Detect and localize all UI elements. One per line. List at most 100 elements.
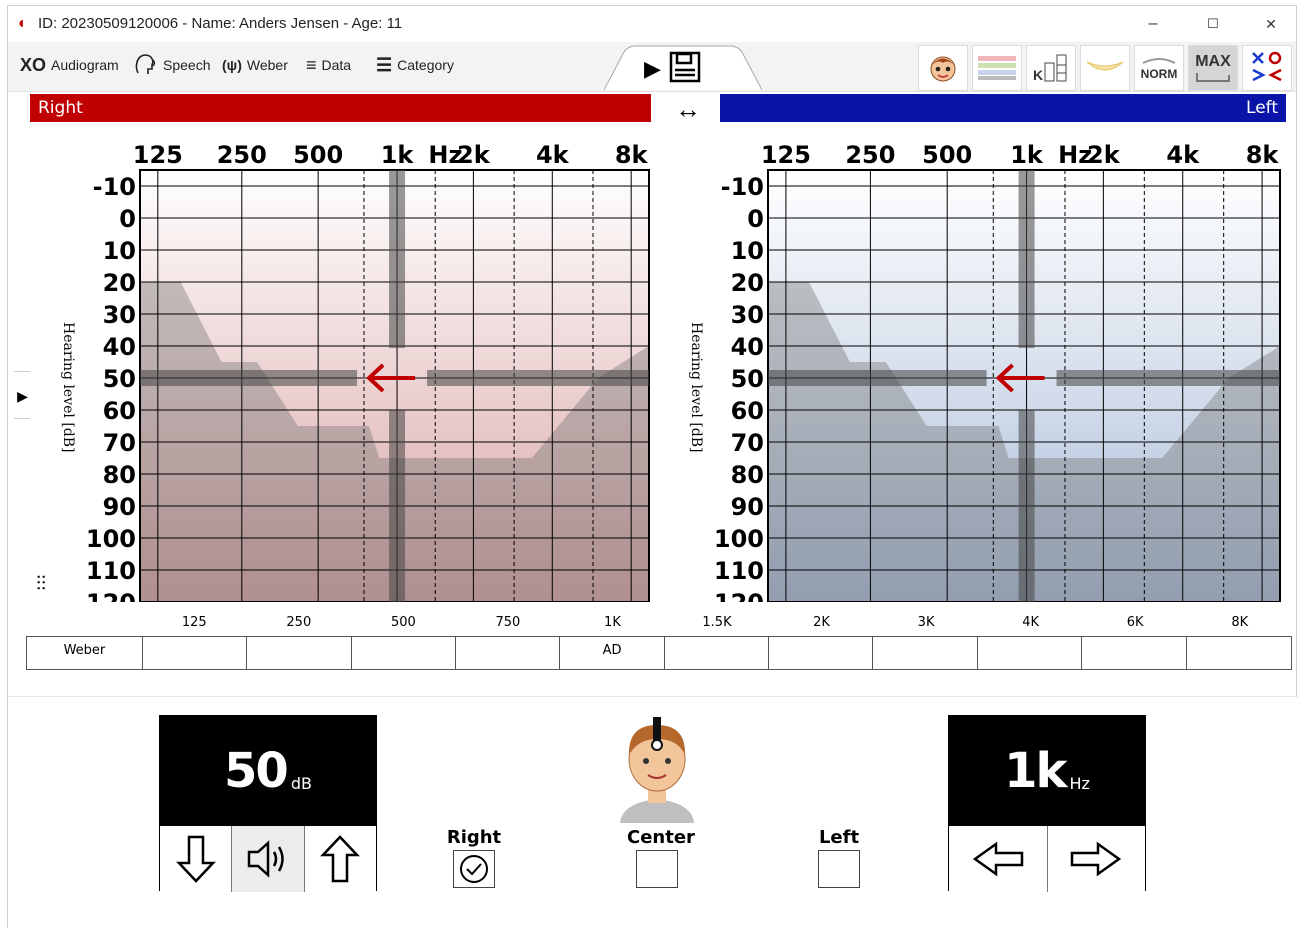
weber-cell[interactable] xyxy=(143,637,248,669)
db-tick-label: 120 xyxy=(86,589,136,602)
freq-tick-label: 125 xyxy=(133,141,183,169)
save-icon[interactable] xyxy=(668,50,702,89)
tab-audiogram[interactable]: XO Audiogram xyxy=(20,48,119,82)
choice-left[interactable]: Left xyxy=(809,827,869,888)
weber-cell[interactable] xyxy=(1082,637,1187,669)
toolbar: XO Audiogram Speech (ψ) Weber ≡ Data ☰ C… xyxy=(8,42,1296,92)
play-tone-button[interactable] xyxy=(232,826,305,892)
arrow-left-icon xyxy=(972,841,1023,877)
freq-tick-label: 1k xyxy=(1010,141,1044,169)
max-button[interactable]: MAX xyxy=(1188,45,1238,91)
frequency-value: 1k xyxy=(1004,743,1067,799)
xo-settings-icon[interactable] xyxy=(1242,45,1292,91)
child-face-icon[interactable] xyxy=(918,45,968,91)
left-audiogram[interactable]: -10 0 10 20 30 40 50 60 70 80 90 100 110 120 125 250 500… xyxy=(658,130,1286,602)
weber-cell[interactable] xyxy=(1187,637,1291,669)
edit-list-icon: ≡ xyxy=(306,54,317,75)
tab-data[interactable]: ≡ Data xyxy=(306,48,351,82)
frequency-down-button[interactable] xyxy=(949,826,1048,892)
banana-icon[interactable] xyxy=(1080,45,1130,91)
db-tick-label: 90 xyxy=(103,493,136,521)
weber-cell[interactable] xyxy=(352,637,456,669)
frequency-control: 1k Hz xyxy=(948,715,1146,892)
db-tick-label: 10 xyxy=(103,237,136,265)
right-audiogram[interactable]: -10 0 10 20 30 40 50 60 70 80 90 100 110 120 125 250 500… xyxy=(30,130,655,602)
weber-cell[interactable] xyxy=(665,637,770,669)
weber-cell[interactable] xyxy=(247,637,352,669)
left-freq-cursor xyxy=(1018,170,1035,348)
weber-cell[interactable] xyxy=(769,637,874,669)
color-bands-icon[interactable] xyxy=(972,45,1022,91)
frequency-unit: Hz xyxy=(1069,773,1090,793)
tab-label: Category xyxy=(397,57,454,73)
left-level-cursor xyxy=(768,370,987,386)
left-ear-bar: Left xyxy=(720,94,1286,122)
weber-freq-label: 250 xyxy=(286,615,312,630)
left-ear-label: Left xyxy=(1246,98,1278,118)
sliders-icon[interactable]: ⫶⫶ xyxy=(36,573,46,596)
tuning-fork-icon: (ψ) xyxy=(222,57,242,73)
tab-category[interactable]: ☰ Category xyxy=(376,48,454,82)
level-up-button[interactable] xyxy=(304,826,376,892)
freq-tick-label: 250 xyxy=(217,141,267,169)
right-level-cursor xyxy=(140,370,358,386)
weber-freq-label: 6K xyxy=(1126,615,1144,630)
db-tick-label: 110 xyxy=(714,557,764,585)
k-chart-icon[interactable]: K xyxy=(1026,45,1076,91)
freq-tick-label: 4k xyxy=(1166,141,1200,169)
right-freq-cursor xyxy=(389,170,406,348)
k-label: K xyxy=(1032,67,1044,83)
level-down-button[interactable] xyxy=(160,826,233,892)
right-ylabel: Hearing level [dB] xyxy=(60,322,76,453)
arrow-right-icon xyxy=(1071,841,1122,877)
weber-cell[interactable]: AD xyxy=(560,637,665,669)
right-checkbox[interactable] xyxy=(453,850,495,888)
swap-ears-icon[interactable]: ↔ xyxy=(658,94,718,124)
xo-icon: XO xyxy=(20,54,47,75)
center-checkbox[interactable] xyxy=(636,850,678,888)
weber-cell[interactable] xyxy=(978,637,1083,669)
db-tick-label: 60 xyxy=(731,397,764,425)
freq-tick-label: 2k xyxy=(1087,141,1121,169)
weber-freq-label: 500 xyxy=(390,615,416,630)
db-tick-label: 0 xyxy=(747,205,764,233)
right-ear-label: Right xyxy=(38,98,83,118)
minimize-button[interactable]: – xyxy=(1133,12,1173,36)
right-freq-cursor xyxy=(389,410,406,602)
db-tick-label: 120 xyxy=(714,589,764,602)
weber-cell[interactable] xyxy=(873,637,978,669)
frequency-up-button[interactable] xyxy=(1047,826,1145,892)
weber-cell[interactable] xyxy=(456,637,561,669)
play-icon[interactable]: ▶ xyxy=(644,56,661,82)
close-button[interactable]: ✕ xyxy=(1251,12,1291,36)
db-tick-label: 60 xyxy=(103,397,136,425)
tab-speech[interactable]: Speech xyxy=(132,48,210,82)
tab-label: Data xyxy=(321,57,352,73)
tab-weber[interactable]: (ψ) Weber xyxy=(222,48,288,82)
choice-center-label: Center xyxy=(627,827,695,848)
weber-freq-label: 2K xyxy=(813,615,830,630)
app-window: ◐ ID: 20230509120006 - Name: Anders Jens… xyxy=(7,5,1298,929)
weber-freq-label: 8K xyxy=(1231,615,1249,630)
level-unit: dB xyxy=(290,773,312,793)
level-control: 50 dB xyxy=(159,715,377,892)
choice-right[interactable]: Right xyxy=(444,827,504,888)
left-freq-cursor xyxy=(1018,410,1035,602)
db-tick-label: 80 xyxy=(731,461,764,489)
norm-button[interactable]: NORM xyxy=(1134,45,1184,91)
frequency-display: 1k Hz xyxy=(949,716,1145,826)
choice-center[interactable]: Center xyxy=(627,827,695,888)
db-tick-label: 70 xyxy=(731,429,764,457)
level-value: 50 xyxy=(224,743,289,799)
weber-table: 125 250 500 750 1K 1.5K 2K 3K 4K 6K 8K Weber AD xyxy=(26,611,1292,670)
tab-label: Weber xyxy=(246,57,288,73)
db-tick-label: 70 xyxy=(103,429,136,457)
tab-label: Speech xyxy=(163,57,211,73)
check-circle-icon xyxy=(460,855,488,883)
app-logo-icon: ◐ xyxy=(18,15,28,32)
db-tick-label: 40 xyxy=(103,333,136,361)
maximize-button[interactable]: ☐ xyxy=(1193,12,1233,36)
db-tick-label: 0 xyxy=(119,205,136,233)
left-checkbox[interactable] xyxy=(818,850,860,888)
window-title: ID: 20230509120006 - Name: Anders Jensen… xyxy=(38,15,403,32)
